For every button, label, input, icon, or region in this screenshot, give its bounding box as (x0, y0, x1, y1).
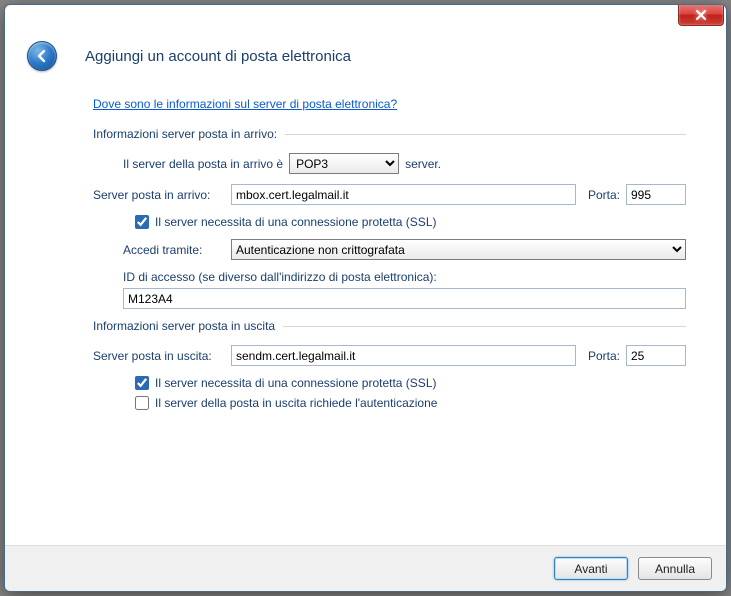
incoming-port-label: Porta: (588, 188, 620, 202)
incoming-section-label: Informazioni server posta in arrivo: (93, 127, 277, 141)
login-id-label: ID di accesso (se diverso dall'indirizzo… (123, 270, 437, 284)
outgoing-auth-checkbox[interactable] (135, 396, 149, 410)
dialog-window: Aggiungi un account di posta elettronica… (4, 4, 727, 592)
outgoing-section-label: Informazioni server posta in uscita (93, 319, 275, 333)
back-arrow-icon (34, 48, 50, 64)
titlebar (5, 5, 726, 35)
outgoing-ssl-row: Il server necessita di una connessione p… (93, 376, 686, 390)
auth-method-label: Accedi tramite: (123, 243, 231, 257)
incoming-section-header: Informazioni server posta in arrivo: (93, 127, 686, 141)
content-area: Dove sono le informazioni sul server di … (5, 89, 726, 410)
outgoing-server-label: Server posta in uscita: (93, 349, 231, 363)
auth-method-select[interactable]: Autenticazione non crittografata (231, 239, 686, 260)
outgoing-section-header: Informazioni server posta in uscita (93, 319, 686, 333)
incoming-server-input[interactable] (231, 184, 576, 205)
outgoing-port-input[interactable] (626, 345, 686, 366)
server-type-suffix-label: server. (405, 157, 441, 171)
page-title: Aggiungi un account di posta elettronica (85, 48, 351, 65)
server-type-select[interactable]: POP3 (289, 153, 399, 174)
help-link[interactable]: Dove sono le informazioni sul server di … (93, 97, 397, 111)
auth-method-row: Accedi tramite: Autenticazione non critt… (93, 239, 686, 260)
outgoing-server-row: Server posta in uscita: Porta: (93, 345, 686, 366)
incoming-ssl-checkbox[interactable] (135, 215, 149, 229)
cancel-button[interactable]: Annulla (638, 557, 712, 580)
incoming-ssl-row: Il server necessita di una connessione p… (93, 215, 686, 229)
next-button[interactable]: Avanti (554, 557, 628, 580)
outgoing-auth-label: Il server della posta in uscita richiede… (155, 396, 437, 410)
login-id-row (93, 288, 686, 309)
incoming-ssl-label: Il server necessita di una connessione p… (155, 215, 436, 229)
login-id-label-row: ID di accesso (se diverso dall'indirizzo… (93, 270, 686, 284)
separator-line (283, 326, 686, 327)
outgoing-ssl-checkbox[interactable] (135, 376, 149, 390)
outgoing-server-input[interactable] (231, 345, 576, 366)
header: Aggiungi un account di posta elettronica (5, 35, 726, 89)
separator-line (285, 134, 686, 135)
incoming-port-input[interactable] (626, 184, 686, 205)
close-button[interactable] (678, 4, 724, 26)
incoming-server-label: Server posta in arrivo: (93, 188, 231, 202)
server-type-row: Il server della posta in arrivo è POP3 s… (93, 153, 686, 174)
server-type-prefix-label: Il server della posta in arrivo è (123, 157, 283, 171)
incoming-server-row: Server posta in arrivo: Porta: (93, 184, 686, 205)
back-button[interactable] (27, 41, 57, 71)
footer: Avanti Annulla (5, 545, 726, 591)
outgoing-auth-row: Il server della posta in uscita richiede… (93, 396, 686, 410)
outgoing-ssl-label: Il server necessita di una connessione p… (155, 376, 436, 390)
outgoing-port-label: Porta: (588, 349, 620, 363)
login-id-input[interactable] (123, 288, 686, 309)
close-icon (694, 9, 708, 21)
